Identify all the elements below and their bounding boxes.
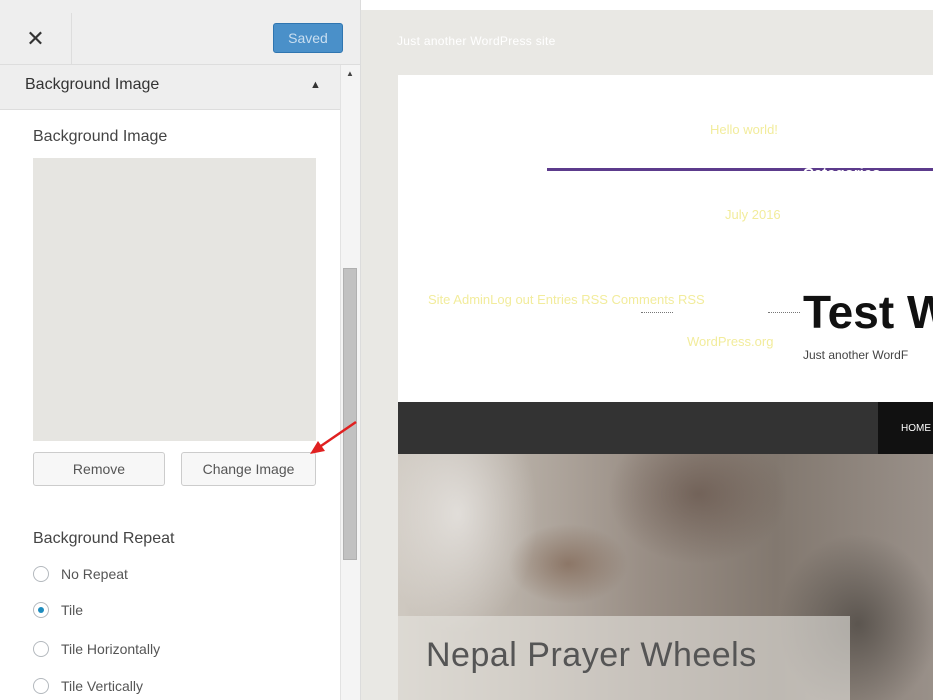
remove-button[interactable]: Remove <box>33 452 165 486</box>
section-header-background-image[interactable]: Background Image ▲ <box>0 65 340 110</box>
radio-tile[interactable]: Tile <box>33 599 83 621</box>
background-repeat-title: Background Repeat <box>33 530 175 547</box>
nav-item-home[interactable]: HOME <box>878 402 933 454</box>
radio-button-checked[interactable] <box>33 602 49 618</box>
site-title[interactable]: Test W <box>803 285 933 339</box>
radio-tile-vertically[interactable]: Tile Vertically <box>33 675 143 697</box>
meta-links[interactable]: Site AdminLog out Entries RSS Comments R… <box>428 292 705 307</box>
site-header-card: Hello world! Categories July 2016 Site A… <box>398 75 933 405</box>
close-icon: ✕ <box>26 26 45 52</box>
site-tagline-top: Just another WordPress site <box>397 34 556 48</box>
background-image-panel: Background Image Remove Change Image Bac… <box>0 110 340 700</box>
radio-label: Tile <box>61 602 84 618</box>
archive-link[interactable]: July 2016 <box>725 207 781 222</box>
wordpress-org-link[interactable]: WordPress.org <box>687 334 773 349</box>
change-image-button[interactable]: Change Image <box>181 452 316 486</box>
close-customizer-button[interactable]: ✕ <box>0 13 72 65</box>
customizer-header: ✕ Saved <box>0 0 360 65</box>
radio-label: Tile Horizontally <box>61 641 161 657</box>
main-navigation: HOME <box>398 402 933 454</box>
site-preview: Just another WordPress site Hello world!… <box>361 0 933 700</box>
hero-title[interactable]: Nepal Prayer Wheels <box>426 636 757 675</box>
categories-heading: Categories <box>803 165 881 173</box>
dotted-underline <box>641 312 673 313</box>
dotted-underline <box>768 312 800 313</box>
section-title: Background Image <box>25 76 160 93</box>
radio-no-repeat[interactable]: No Repeat <box>33 563 128 585</box>
radio-button[interactable] <box>33 678 49 694</box>
radio-label: Tile Vertically <box>61 678 143 694</box>
control-title: Background Image <box>33 128 168 145</box>
radio-label: No Repeat <box>61 566 128 582</box>
scrollbar-thumb[interactable] <box>343 268 357 560</box>
site-description: Just another WordF <box>803 348 909 362</box>
radio-button[interactable] <box>33 566 49 582</box>
sidebar-scrollbar[interactable]: ▲ <box>340 65 360 700</box>
saved-button[interactable]: Saved <box>273 23 343 53</box>
preview-top-stripe <box>361 0 933 10</box>
customizer-sidebar: ✕ Saved Background Image ▲ Background Im… <box>0 0 361 700</box>
background-image-thumbnail[interactable] <box>33 158 316 441</box>
hero-image: Nepal Prayer Wheels <box>398 454 933 700</box>
collapse-arrow-icon[interactable]: ▲ <box>310 79 321 91</box>
radio-tile-horizontally[interactable]: Tile Horizontally <box>33 638 160 660</box>
scroll-up-icon[interactable]: ▲ <box>346 69 354 78</box>
radio-button[interactable] <box>33 641 49 657</box>
recent-post-link[interactable]: Hello world! <box>710 122 778 137</box>
